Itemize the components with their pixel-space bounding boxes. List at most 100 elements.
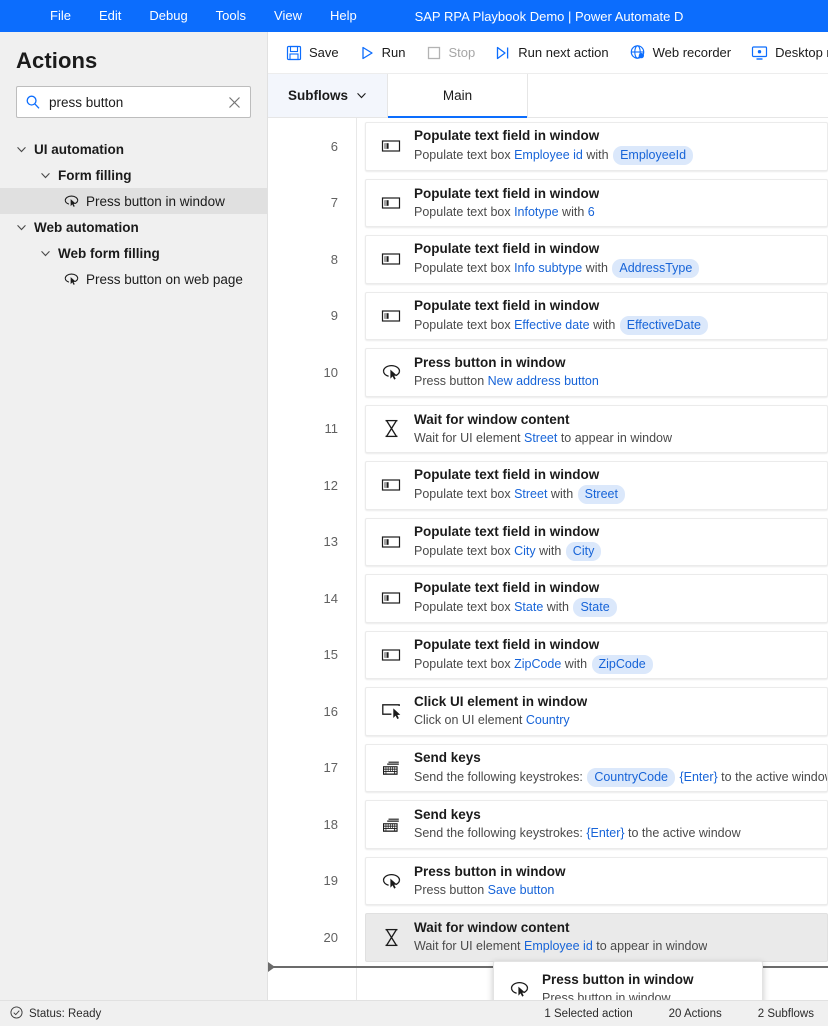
menu-item-help[interactable]: Help: [316, 0, 371, 32]
action-card-text: Press button in window Press button New a…: [414, 354, 599, 390]
chevron-down-icon[interactable]: [356, 90, 367, 101]
action-param-link[interactable]: Country: [526, 713, 570, 727]
action-card[interactable]: Populate text field in window Populate te…: [365, 630, 828, 679]
web-recorder-button[interactable]: Web recorder: [619, 38, 742, 68]
action-card[interactable]: Populate text field in window Populate te…: [365, 235, 828, 284]
tab-main[interactable]: Main: [388, 74, 528, 118]
action-param-link[interactable]: Effective date: [514, 318, 590, 332]
action-card[interactable]: Click UI element in window Click on UI el…: [365, 687, 828, 736]
menu-item-tools[interactable]: Tools: [202, 0, 260, 32]
table-row[interactable]: 10 Press button in window Press button New…: [268, 344, 828, 401]
variable-chip[interactable]: State: [573, 598, 617, 618]
action-param-link[interactable]: 6: [588, 205, 595, 219]
action-param-link[interactable]: Save button: [488, 883, 555, 897]
variable-chip[interactable]: Street: [577, 485, 625, 505]
table-row[interactable]: 15 Populate text field in window Populate …: [268, 627, 828, 684]
table-row[interactable]: 19 Press button in window Press button Sav…: [268, 853, 828, 910]
action-param-link[interactable]: Street: [514, 487, 547, 501]
sidebar-item-ui-automation[interactable]: UI automation: [0, 136, 267, 162]
menu-item-edit[interactable]: Edit: [85, 0, 135, 32]
variable-chip[interactable]: EmployeeId: [613, 146, 694, 166]
action-param-link[interactable]: Street: [524, 431, 557, 445]
variable-chip[interactable]: EffectiveDate: [619, 315, 708, 335]
table-row[interactable]: 11 Wait for window content Wait for UI ele…: [268, 401, 828, 458]
action-card[interactable]: Send keys Send the following keystrokes: …: [365, 800, 828, 849]
action-param-link[interactable]: Employee id: [514, 148, 583, 162]
monitor-icon: [751, 45, 768, 61]
action-card[interactable]: Populate text field in window Populate te…: [365, 291, 828, 340]
table-row[interactable]: 14 Populate text field in window Populate …: [268, 570, 828, 627]
table-row[interactable]: 17 Send keys Send the following keystrokes…: [268, 740, 828, 797]
action-card-text: Populate text field in window Populate te…: [414, 466, 626, 505]
chevron-down-icon[interactable]: [14, 222, 28, 233]
action-param-link[interactable]: City: [514, 544, 536, 558]
action-param-link[interactable]: Employee id: [524, 939, 593, 953]
sidebar-item-form-filling[interactable]: Form filling: [0, 162, 267, 188]
action-card[interactable]: Wait for window content Wait for UI eleme…: [365, 404, 828, 453]
tab-subflows[interactable]: Subflows: [268, 74, 388, 117]
menu-item-debug[interactable]: Debug: [135, 0, 201, 32]
action-card[interactable]: Populate text field in window Populate te…: [365, 517, 828, 566]
sidebar-item-press-button-on-web-page[interactable]: Press button on web page: [0, 266, 267, 292]
sidebar-item-web-automation[interactable]: Web automation: [0, 214, 267, 240]
action-card-text: Press button in window Press button Save …: [414, 863, 566, 899]
chevron-down-icon[interactable]: [38, 248, 52, 259]
menu-item-file[interactable]: File: [36, 0, 85, 32]
flow-canvas[interactable]: 6 Populate text field in window Populate t…: [268, 118, 828, 1000]
menu-item-view[interactable]: View: [260, 0, 316, 32]
text-field-icon: [380, 251, 402, 267]
text-field-icon: [380, 590, 402, 606]
action-card[interactable]: Send keys Send the following keystrokes: …: [365, 743, 828, 792]
run-next-action-button[interactable]: Run next action: [485, 38, 618, 68]
action-description-text: with: [582, 148, 613, 163]
chevron-down-icon[interactable]: [14, 144, 28, 155]
action-card-text: Populate text field in window Populate te…: [414, 297, 709, 335]
action-param-link[interactable]: State: [514, 600, 543, 614]
action-description-text: Populate text box: [414, 487, 515, 502]
search-box[interactable]: press button: [16, 86, 251, 118]
subflows-count: 2 Subflows: [757, 1007, 814, 1020]
action-card[interactable]: Wait for window content Wait for UI eleme…: [365, 913, 828, 962]
desktop-recorder-button[interactable]: Desktop recorder: [741, 38, 828, 68]
action-param-link[interactable]: Info subtype: [514, 261, 582, 275]
sidebar-item-press-button-in-window[interactable]: Press button in window: [0, 188, 267, 214]
variable-chip[interactable]: AddressType: [612, 259, 700, 279]
search-input[interactable]: press button: [49, 95, 220, 110]
table-row[interactable]: 18 Send keys Send the following keystrokes…: [268, 796, 828, 853]
chevron-down-icon[interactable]: [38, 170, 52, 181]
action-card[interactable]: Populate text field in window Populate te…: [365, 122, 828, 171]
table-row[interactable]: 6 Populate text field in window Populate t…: [268, 118, 828, 175]
action-card[interactable]: Populate text field in window Populate te…: [365, 574, 828, 623]
table-row[interactable]: 16 Click UI element in window Click on UI …: [268, 683, 828, 740]
action-card[interactable]: Populate text field in window Populate te…: [365, 461, 828, 510]
action-card[interactable]: Populate text field in window Populate te…: [365, 178, 828, 227]
action-param-link[interactable]: New address button: [488, 374, 599, 388]
save-button[interactable]: Save: [276, 38, 349, 68]
run-button[interactable]: Run: [349, 38, 416, 68]
action-description-text: Wait for UI element: [414, 430, 524, 445]
body-wrapper: Actions press button UI automation Form f…: [0, 32, 828, 1000]
table-row[interactable]: 8 Populate text field in window Populate t…: [268, 231, 828, 288]
table-row[interactable]: 13 Populate text field in window Populate …: [268, 514, 828, 571]
step-over-icon: [495, 45, 511, 61]
table-row[interactable]: 20 Wait for window content Wait for UI ele…: [268, 909, 828, 966]
sidebar-item-label: Web automation: [34, 219, 139, 235]
table-row[interactable]: 7 Populate text field in window Populate t…: [268, 175, 828, 232]
action-param-link[interactable]: ZipCode: [514, 657, 561, 671]
action-card-text: Populate text field in window Populate te…: [414, 240, 700, 279]
variable-chip[interactable]: City: [565, 541, 602, 561]
sidebar-item-web-form-filling[interactable]: Web form filling: [0, 240, 267, 266]
action-param-link[interactable]: {Enter}: [679, 770, 717, 784]
action-card[interactable]: Press button in window Press button New a…: [365, 348, 828, 397]
action-title: Populate text field in window: [414, 241, 600, 257]
table-row[interactable]: 12 Populate text field in window Populate …: [268, 457, 828, 514]
variable-chip[interactable]: CountryCode: [587, 767, 675, 787]
close-icon[interactable]: [228, 96, 242, 109]
action-param-link[interactable]: {Enter}: [586, 826, 624, 840]
table-row[interactable]: 9 Populate text field in window Populate t…: [268, 288, 828, 345]
action-card[interactable]: Press button in window Press button Save …: [365, 856, 828, 905]
text-field-icon: [380, 647, 402, 663]
action-description: Populate text box State with State: [414, 598, 618, 618]
action-param-link[interactable]: Infotype: [514, 205, 558, 219]
variable-chip[interactable]: ZipCode: [591, 654, 653, 674]
